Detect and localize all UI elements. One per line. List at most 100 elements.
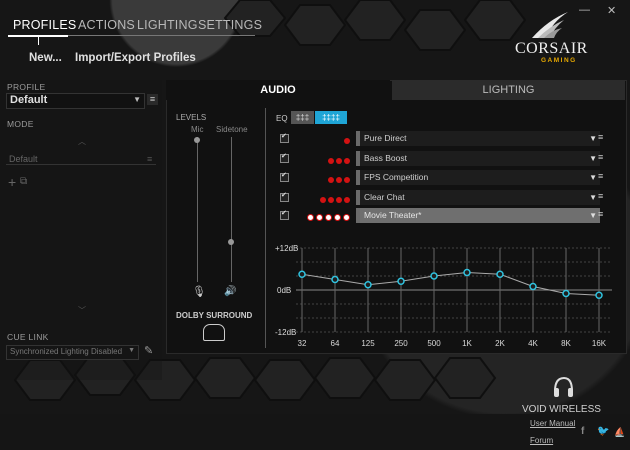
eq-freq-label: 500 (427, 339, 441, 348)
strength-dot (328, 177, 334, 183)
facebook-icon[interactable]: f (581, 426, 584, 437)
mic-slider-track[interactable] (197, 137, 198, 282)
mode-item-menu-icon[interactable]: ≡ (147, 154, 152, 164)
tab-audio[interactable]: AUDIO (166, 80, 390, 100)
eq-band-handle[interactable] (496, 270, 504, 278)
eq-custom-view-icon[interactable]: ‡‡‡‡ (315, 111, 347, 124)
strength-dot (307, 214, 314, 221)
brand-sub: GAMING (541, 57, 577, 64)
strength-dot (344, 177, 350, 183)
new-profile-link[interactable]: New... (29, 52, 62, 64)
preset-select[interactable]: FPS Competition ▼ (356, 170, 600, 185)
mode-item-default[interactable]: Default (9, 154, 38, 164)
chevron-down-icon: ▼ (128, 347, 135, 354)
tab-panel-lighting[interactable]: LIGHTING (392, 80, 625, 100)
active-tab-marker (38, 37, 39, 45)
brand-name: CORSAIR (515, 40, 588, 57)
twitter-icon[interactable]: 🐦 (597, 426, 609, 437)
strength-dot (328, 197, 334, 203)
preset-menu-icon[interactable]: ≡ (598, 209, 606, 219)
strength-dot (344, 158, 350, 164)
eq-band-handle[interactable] (430, 272, 438, 280)
eq-band-handle[interactable] (397, 277, 405, 285)
preset-name: Pure Direct (364, 133, 407, 143)
eq-freq-label: 4K (528, 339, 538, 348)
profile-menu-icon[interactable]: ≡ (147, 94, 158, 105)
eq-band-handle[interactable] (331, 275, 339, 284)
tab-profiles[interactable]: PROFILES (13, 18, 76, 32)
eq-band-handle[interactable] (298, 270, 306, 278)
eq-band-handle[interactable] (562, 289, 570, 298)
preset-select[interactable]: Pure Direct ▼ (356, 131, 600, 146)
eq-freq-label: 1K (462, 339, 472, 348)
eq-curve (301, 271, 600, 296)
levels-label: LEVELS (176, 113, 207, 122)
preset-name: Clear Chat (364, 192, 405, 202)
preset-checkbox[interactable] (280, 171, 289, 182)
eq-preset-view-icon[interactable]: ‡‡‡ (291, 111, 314, 124)
chevron-down-icon: ▼ (133, 95, 141, 104)
strength-dot (328, 158, 334, 164)
preset-select[interactable]: Movie Theater* ▼ (356, 208, 600, 223)
eq-freq-label: 8K (561, 339, 571, 348)
preset-menu-icon[interactable]: ≡ (598, 171, 606, 181)
eq-graph[interactable] (270, 243, 615, 348)
strength-dot (344, 138, 350, 144)
eq-band-handle[interactable] (463, 268, 471, 277)
chevron-down-icon: ▼ (589, 193, 597, 202)
preset-menu-icon[interactable]: ≡ (598, 132, 606, 142)
user-manual-link[interactable]: User Manual (530, 419, 575, 428)
mic-label: Mic (191, 125, 204, 134)
mic-slider-handle[interactable] (194, 137, 200, 143)
preset-checkbox[interactable] (280, 152, 289, 163)
headset-icon[interactable] (551, 375, 575, 401)
preset-strength-dots (326, 174, 350, 186)
sidetone-slider-handle[interactable] (228, 239, 234, 245)
preset-select[interactable]: Clear Chat ▼ (356, 190, 600, 205)
strength-dot (344, 197, 350, 203)
eq-scale-bottom: -12dB (275, 328, 297, 337)
preset-strength-dots (318, 194, 350, 206)
edit-pencil-icon[interactable]: ✎ (144, 344, 153, 357)
strength-dot (343, 214, 350, 221)
mode-scroll-up-icon[interactable]: ︿ (78, 136, 86, 147)
strength-dot (336, 177, 342, 183)
preset-menu-icon[interactable]: ≡ (598, 152, 606, 162)
cue-link-select[interactable]: Synchronized Lighting Disabled ▼ (6, 345, 139, 360)
preset-checkbox[interactable] (280, 191, 289, 202)
import-export-link[interactable]: Import/Export Profiles (75, 52, 196, 64)
preset-checkbox[interactable] (280, 209, 289, 220)
tab-settings[interactable]: SETTINGS (198, 18, 262, 32)
profile-label: PROFILE (7, 82, 46, 92)
close-button[interactable]: ✕ (607, 4, 616, 17)
strength-dot (325, 214, 332, 221)
sidetone-slider-track[interactable] (231, 137, 232, 282)
eq-freq-label: 32 (297, 339, 307, 348)
eq-band-handle[interactable] (595, 291, 603, 299)
tab-lighting[interactable]: LIGHTING (137, 18, 198, 32)
tab-actions[interactable]: ACTIONS (78, 18, 135, 32)
corsair-icon[interactable]: ⛵ (614, 427, 625, 438)
preset-checkbox[interactable] (280, 132, 289, 143)
preset-menu-icon[interactable]: ≡ (598, 191, 606, 201)
eq-band-handle[interactable] (364, 281, 372, 289)
dolby-headphones-icon[interactable] (203, 324, 225, 341)
eq-band-handle[interactable] (529, 282, 537, 291)
speaker-icon: 🔊 (224, 286, 237, 297)
mode-divider (6, 164, 156, 165)
preset-select[interactable]: Bass Boost ▼ (356, 151, 600, 166)
cue-link-label: CUE LINK (7, 332, 49, 342)
eq-scale-top: +12dB (275, 244, 299, 253)
chevron-down-icon: ▼ (589, 211, 597, 220)
chevron-down-icon: ▼ (589, 173, 597, 182)
preset-name: Movie Theater* (364, 210, 422, 220)
mode-scroll-down-icon[interactable]: ﹀ (78, 305, 86, 316)
preset-name: FPS Competition (364, 172, 429, 182)
minimize-button[interactable]: — (579, 4, 590, 16)
copy-mode-icon[interactable]: ⧉ (20, 176, 27, 187)
add-mode-icon[interactable]: + (8, 174, 16, 190)
panel-divider (265, 108, 266, 348)
preset-strength-dots (305, 212, 350, 224)
forum-link[interactable]: Forum (530, 436, 553, 445)
profile-select[interactable]: Default ▼ (6, 93, 145, 109)
